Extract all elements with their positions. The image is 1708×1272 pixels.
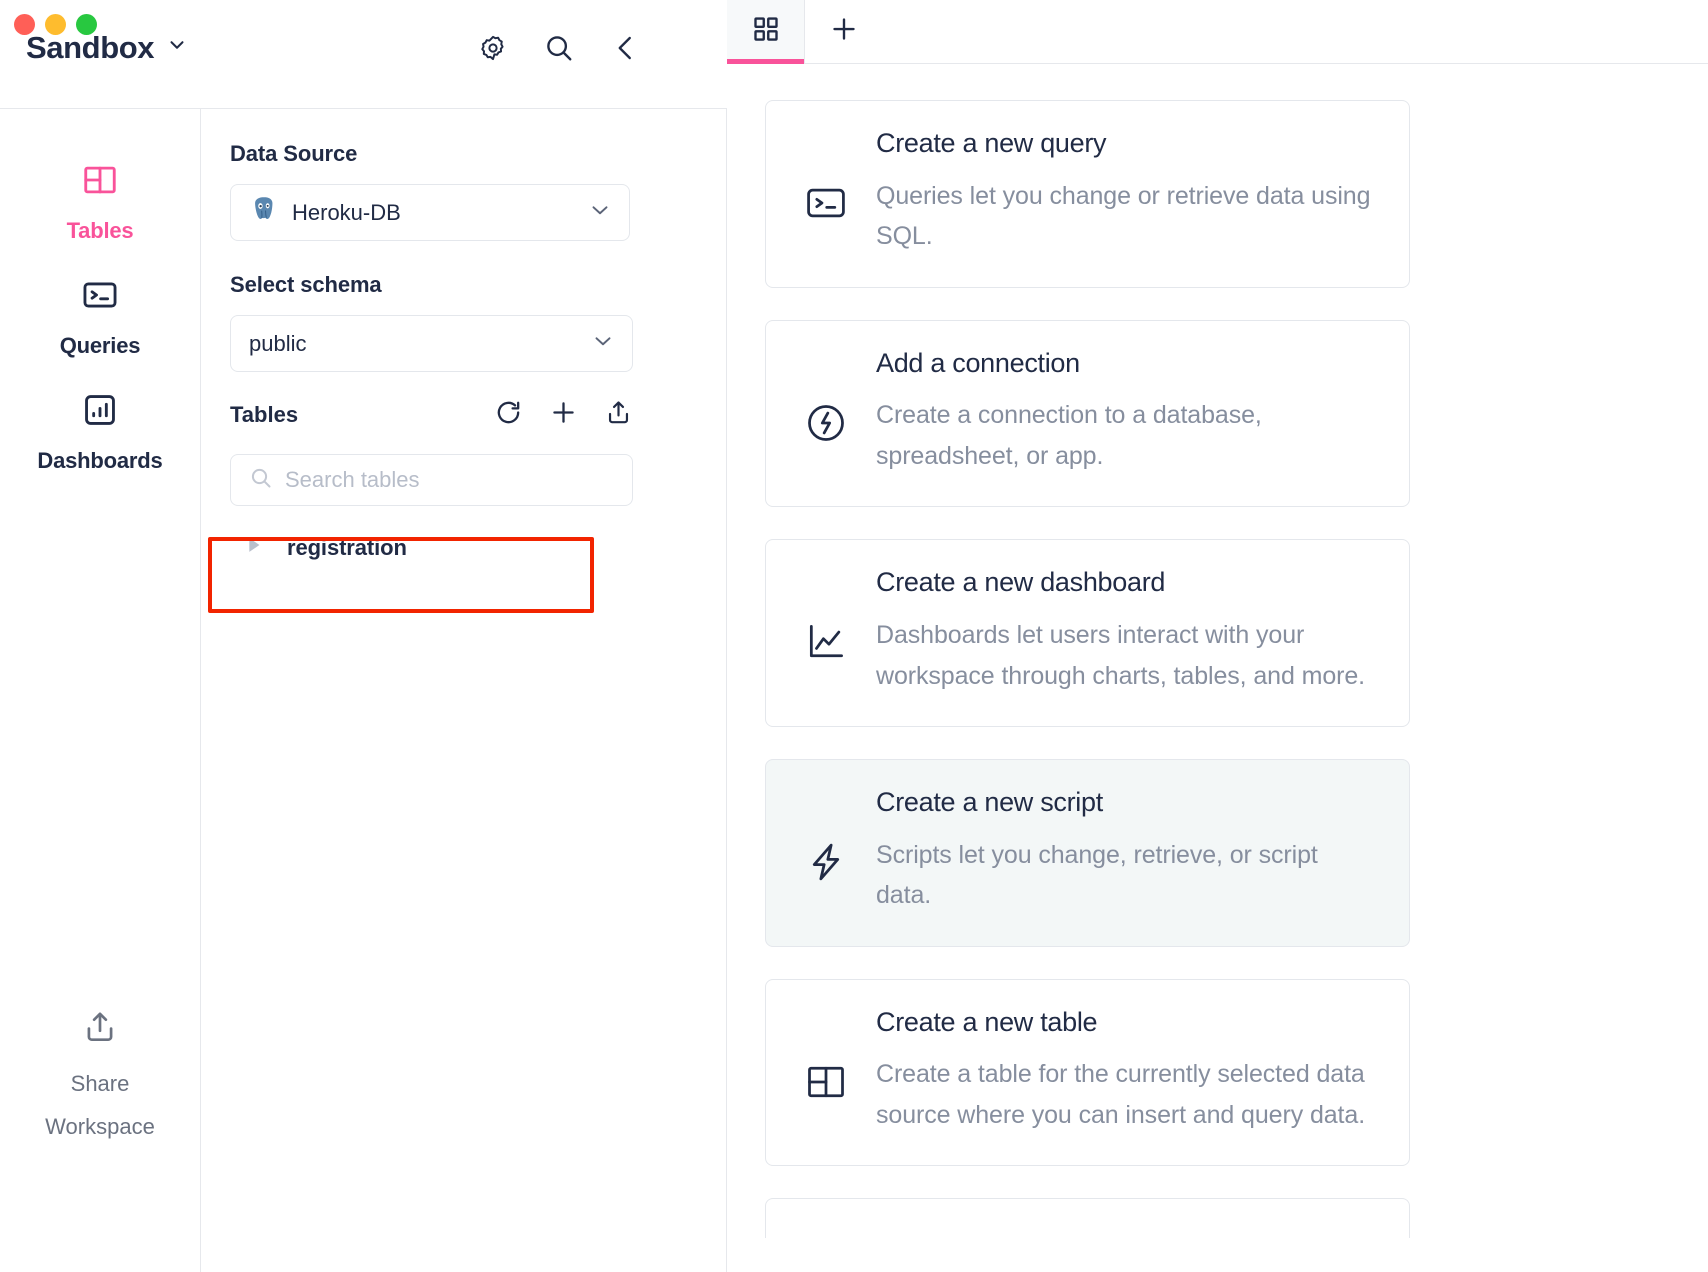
main-content-area: Create a new query Queries let you chang… [727,0,1708,1272]
sidebar-item-tables[interactable]: Tables [0,147,200,262]
search-icon [249,466,273,495]
share-upload-icon [81,1008,119,1051]
tables-icon [800,1060,852,1104]
primary-nav-rail: Tables Queries Dashboards Share Workspac… [0,109,201,1272]
sidebar-item-queries[interactable]: Queries [0,262,200,377]
plus-icon [829,14,859,49]
card-create-query[interactable]: Create a new query Queries let you chang… [765,100,1410,288]
card-body: Create a new query Queries let you chang… [852,128,1375,257]
grid-icon [751,14,781,49]
card-next-partial[interactable] [765,1198,1410,1239]
search-tables-input[interactable] [285,467,618,493]
card-title: Create a new table [876,1006,1098,1037]
card-description: Scripts let you change, retrieve, or scr… [876,840,1318,910]
card-title: Add a connection [876,347,1080,378]
refresh-icon[interactable] [494,398,523,432]
share-workspace-line2: Workspace [45,1113,155,1139]
data-source-select[interactable]: Heroku-DB [230,184,630,241]
connection-bolt-circle-icon [800,401,852,445]
terminal-icon [800,181,852,225]
search-tables-field[interactable] [230,454,633,506]
card-body: Create a new dashboard Dashboards let us… [852,568,1375,696]
schema-select[interactable]: public [230,315,633,372]
data-source-label: Data Source [230,141,358,166]
card-description: Create a connection to a database, sprea… [876,401,1262,470]
upload-icon[interactable] [604,398,633,432]
home-cards-list[interactable]: Create a new query Queries let you chang… [727,64,1708,1272]
tables-label: Tables [230,402,299,427]
left-column: Sandbox Tables Queries Dashboards Share … [0,0,727,1272]
card-body: Create a new table Create a table for th… [852,1006,1375,1136]
tab-home[interactable] [727,0,805,64]
card-add-connection[interactable]: Add a connection Create a connection to … [765,319,1410,508]
chart-icon [81,391,119,434]
sidebar-item-tables-label: Tables [66,218,134,243]
data-source-value: Heroku-DB [292,199,401,225]
sidebar-item-dashboards-label: Dashboards [37,447,163,473]
card-create-table[interactable]: Create a new table Create a table for th… [765,978,1410,1167]
settings-icon[interactable] [479,34,507,67]
card-body: Add a connection Create a connection to … [852,347,1375,477]
new-tab-button[interactable] [805,0,883,63]
schema-label: Select schema [230,272,382,297]
card-create-dashboard[interactable]: Create a new dashboard Dashboards let us… [765,539,1410,728]
table-list-item-registration[interactable]: registration [230,520,615,575]
share-workspace-button[interactable]: Share Workspace [0,1008,200,1144]
chevron-down-icon [590,328,616,359]
titlebar-actions [479,33,641,68]
line-chart-icon [800,620,852,664]
workspace-name: Sandbox [26,30,155,65]
card-title: Create a new query [876,128,1107,158]
tab-strip [727,0,1708,64]
sidebar-item-queries-label: Queries [59,332,141,358]
terminal-icon [81,276,119,319]
share-workspace-line1: Share [70,1071,130,1097]
tables-actions [494,398,633,432]
left-body: Tables Queries Dashboards Share Workspac… [0,109,727,1272]
window-titlebar: Sandbox [0,0,727,109]
card-description: Queries let you change or retrieve data … [876,181,1371,251]
card-title: Create a new script [876,787,1103,818]
data-source-panel: Data Source Heroku-DB Select schema publ… [201,109,727,1272]
chevron-down-icon [587,197,613,228]
collapse-icon[interactable] [611,33,641,68]
card-description: Create a table for the currently selecte… [876,1060,1366,1129]
card-title: Create a new dashboard [876,567,1166,598]
schema-value: public [249,330,307,356]
table-name: registration [287,534,407,560]
sidebar-item-dashboards[interactable]: Dashboards [0,377,200,492]
card-description: Dashboards let users interact with your … [876,621,1366,690]
bolt-icon [800,840,852,884]
chevron-down-icon [166,34,188,61]
card-create-script[interactable]: Create a new script Scripts let you chan… [765,759,1410,947]
workspace-switcher[interactable]: Sandbox [26,32,188,63]
card-body: Create a new script Scripts let you chan… [852,787,1375,916]
expand-triangle-icon[interactable] [242,534,264,561]
tables-icon [81,161,119,204]
search-icon[interactable] [544,33,574,68]
tables-section-header: Tables [230,398,633,432]
plus-icon[interactable] [549,398,578,432]
app-window: Sandbox Tables Queries Dashboards Share … [0,0,1708,1272]
postgresql-icon [249,195,279,230]
